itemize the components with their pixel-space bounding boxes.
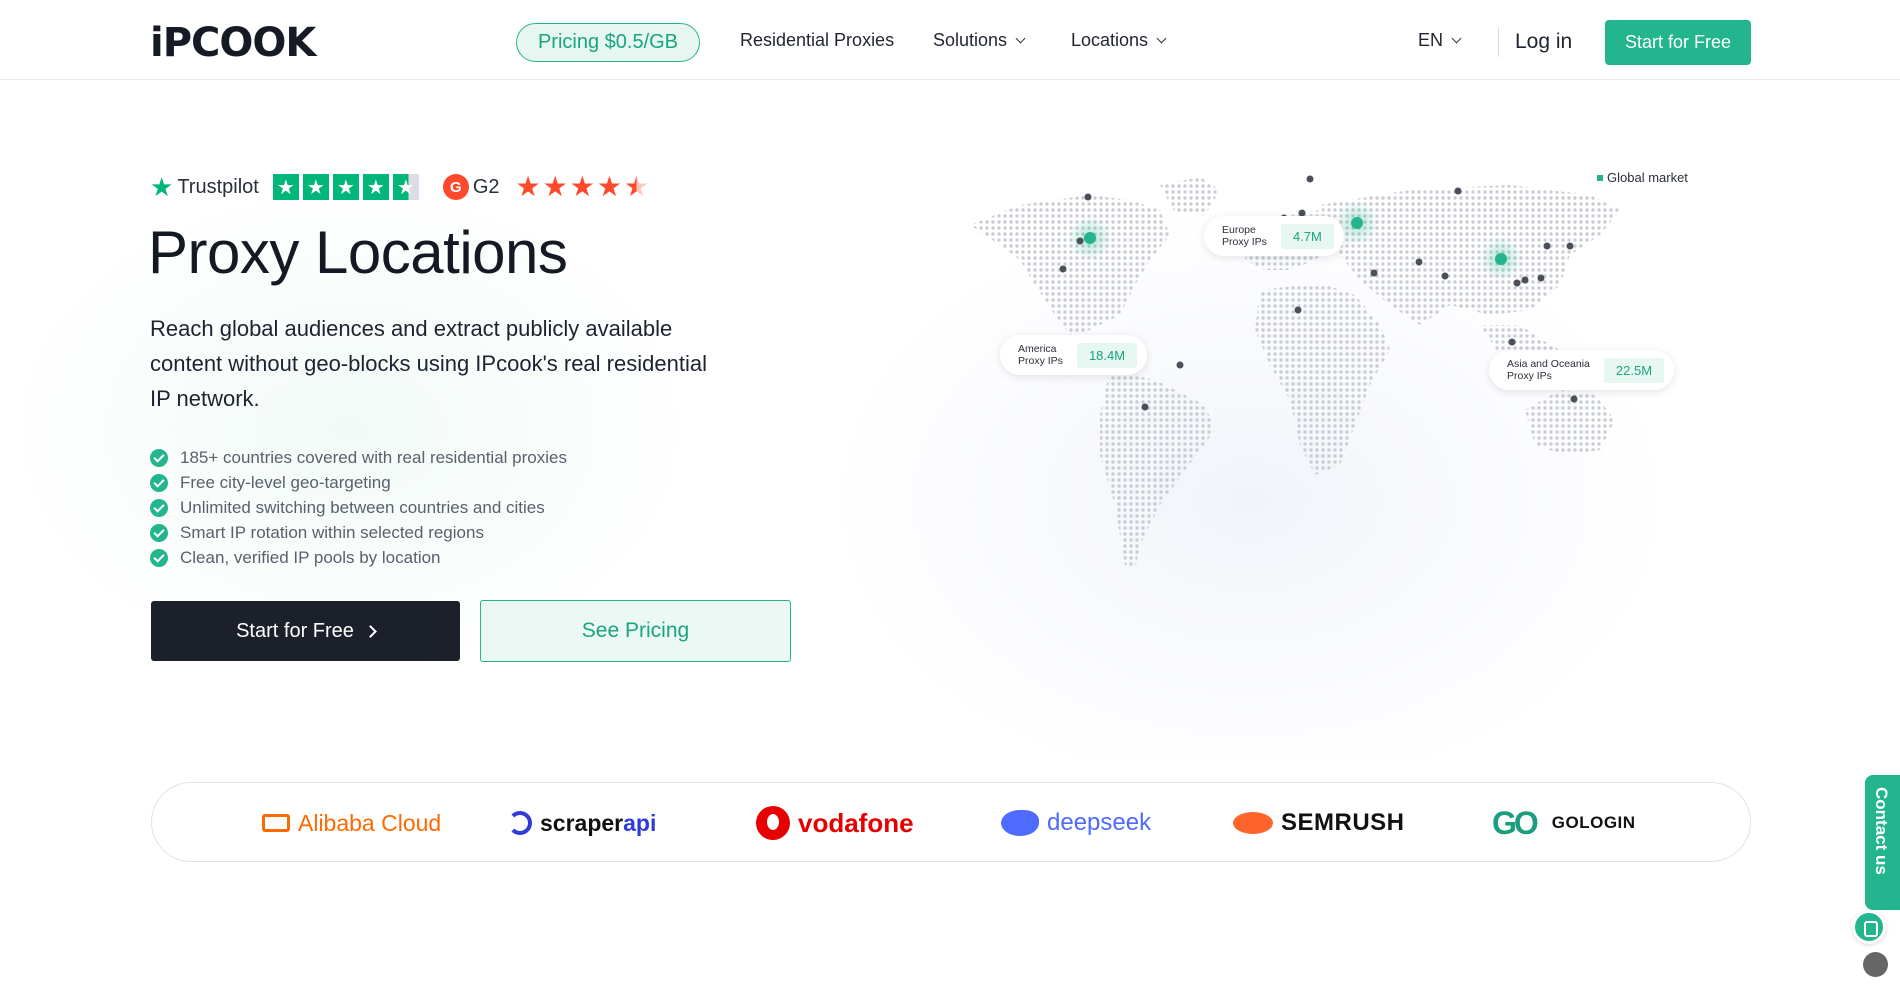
chat-icon[interactable] xyxy=(1852,910,1886,944)
feature-item: 185+ countries covered with real residen… xyxy=(150,445,567,470)
trustpilot-star-icon: ★ xyxy=(332,174,359,200)
asia-oceania-proxy-card: Asia and Oceania Proxy IPs 22.5M xyxy=(1489,350,1675,390)
south-america-shape xyxy=(1100,370,1215,570)
location-pin-icon xyxy=(1543,242,1551,250)
ratings-row: ★ Trustpilot ★ ★ ★ ★ ★ G G2 ★ ★ ★ ★ ★ xyxy=(150,172,651,202)
chevron-right-icon xyxy=(364,624,377,638)
america-proxy-label: America Proxy IPs xyxy=(1018,343,1063,367)
ipcook-logo[interactable]: iPCOOK xyxy=(150,20,316,66)
feature-item: Unlimited switching between countries an… xyxy=(150,495,567,520)
location-pin-icon xyxy=(1370,269,1378,277)
location-pin-icon xyxy=(1513,279,1521,287)
alibaba-cloud-logo: Alibaba Cloud xyxy=(262,783,441,863)
location-pin-icon xyxy=(1441,272,1449,280)
chevron-down-icon xyxy=(1451,33,1462,44)
header-start-free-button[interactable]: Start for Free xyxy=(1605,20,1751,65)
europe-proxy-value: 4.7M xyxy=(1280,223,1334,249)
feature-item: Smart IP rotation within selected region… xyxy=(150,520,567,545)
feature-list: 185+ countries covered with real residen… xyxy=(150,445,567,570)
greenland-shape xyxy=(1160,177,1220,215)
scroll-indicator[interactable] xyxy=(1863,952,1888,977)
location-pin-icon xyxy=(1176,361,1184,369)
nav-solutions-label: Solutions xyxy=(933,30,1008,50)
check-icon xyxy=(150,523,168,542)
language-selector[interactable]: EN xyxy=(1418,30,1462,51)
g2-half-star-icon: ★ xyxy=(623,171,650,202)
deepseek-whale-icon xyxy=(1001,810,1039,836)
america-proxy-value: 18.4M xyxy=(1076,342,1138,368)
site-header: iPCOOK Pricing $0.5/GB Residential Proxi… xyxy=(0,0,1900,80)
chevron-down-icon xyxy=(1156,33,1167,44)
g2-star-icon: ★ xyxy=(569,171,595,202)
location-pin-icon xyxy=(1570,395,1578,403)
location-pin-icon xyxy=(1294,306,1302,314)
hero-subtitle: Reach global audiences and extract publi… xyxy=(150,316,707,411)
nav-residential-proxies-label: Residential Proxies xyxy=(740,30,895,50)
partner-logos-bar: Alibaba Cloud scraperapi vodafone deepse… xyxy=(151,782,1751,862)
location-pin-icon xyxy=(1306,175,1314,183)
asia-oceania-proxy-label: Asia and Oceania Proxy IPs xyxy=(1507,358,1590,382)
america-proxy-card: America Proxy IPs 18.4M xyxy=(1000,335,1148,375)
check-icon xyxy=(150,498,168,517)
trustpilot-star-icon: ★ xyxy=(362,174,389,200)
g2-logo-icon: G xyxy=(442,174,469,200)
g2-star-icon: ★ xyxy=(596,171,622,202)
trustpilot-star-icon: ★ xyxy=(150,172,174,202)
pricing-pill[interactable]: Pricing $0.5/GB xyxy=(516,23,700,62)
africa-shape xyxy=(1255,283,1390,475)
trustpilot-label: Trustpilot xyxy=(177,175,259,198)
nav-locations[interactable]: Locations xyxy=(1071,30,1167,51)
g2-star-icon: ★ xyxy=(542,171,568,202)
contact-us-tab[interactable]: Contact us xyxy=(1865,775,1900,910)
vodafone-icon xyxy=(756,806,790,840)
alibaba-icon xyxy=(262,814,290,832)
vodafone-logo: vodafone xyxy=(756,783,914,863)
asia-oceania-proxy-value: 22.5M xyxy=(1603,357,1665,383)
check-icon xyxy=(150,473,168,492)
europe-proxy-card: Europe Proxy IPs 4.7M xyxy=(1204,216,1344,256)
see-pricing-button[interactable]: See Pricing xyxy=(480,600,791,662)
europe-proxy-label: Europe Proxy IPs xyxy=(1222,224,1267,248)
scraperapi-logo: scraperapi xyxy=(508,783,656,863)
page-title: Proxy Locations xyxy=(148,219,568,286)
scraperapi-icon xyxy=(508,811,532,835)
login-link[interactable]: Log in xyxy=(1515,30,1572,54)
location-pin-icon xyxy=(1076,237,1084,245)
start-free-label: Start for Free xyxy=(236,619,354,642)
feature-item: Clean, verified IP pools by location xyxy=(150,545,567,570)
location-pin-icon xyxy=(1084,193,1092,201)
north-america-shape xyxy=(970,195,1170,335)
gologin-logo: GO GOLOGIN xyxy=(1492,804,1636,841)
trustpilot-half-star-icon: ★ xyxy=(392,174,419,200)
semrush-icon xyxy=(1233,812,1273,834)
contact-us-label: Contact us xyxy=(1872,787,1891,875)
location-pin-icon xyxy=(1141,403,1149,411)
g2-star-icon: ★ xyxy=(515,171,541,202)
g2-label: G2 xyxy=(472,175,500,198)
chevron-down-icon xyxy=(1015,33,1026,44)
language-label: EN xyxy=(1418,30,1444,50)
nav-residential-proxies[interactable]: Residential Proxies xyxy=(740,30,894,51)
header-divider xyxy=(1498,27,1499,57)
check-icon xyxy=(150,548,168,567)
trustpilot-star-icon: ★ xyxy=(302,174,329,200)
deepseek-logo: deepseek xyxy=(1001,783,1151,863)
australia-shape xyxy=(1525,390,1615,455)
nav-solutions[interactable]: Solutions xyxy=(933,30,1026,51)
feature-item: Free city-level geo-targeting xyxy=(150,470,567,495)
gologin-icon: GO xyxy=(1492,804,1539,841)
location-pin-icon xyxy=(1508,338,1516,346)
location-pin-icon xyxy=(1521,276,1529,284)
location-pin-icon xyxy=(1059,265,1067,273)
start-free-button[interactable]: Start for Free xyxy=(151,601,460,661)
location-pin-icon xyxy=(1566,242,1574,250)
location-pin-icon xyxy=(1454,187,1462,195)
semrush-logo: SEMRUSH xyxy=(1233,783,1405,863)
nav-locations-label: Locations xyxy=(1071,30,1149,50)
check-icon xyxy=(150,448,168,467)
location-pin-icon xyxy=(1537,274,1545,282)
trustpilot-star-icon: ★ xyxy=(272,174,299,200)
location-pin-icon xyxy=(1415,258,1423,266)
